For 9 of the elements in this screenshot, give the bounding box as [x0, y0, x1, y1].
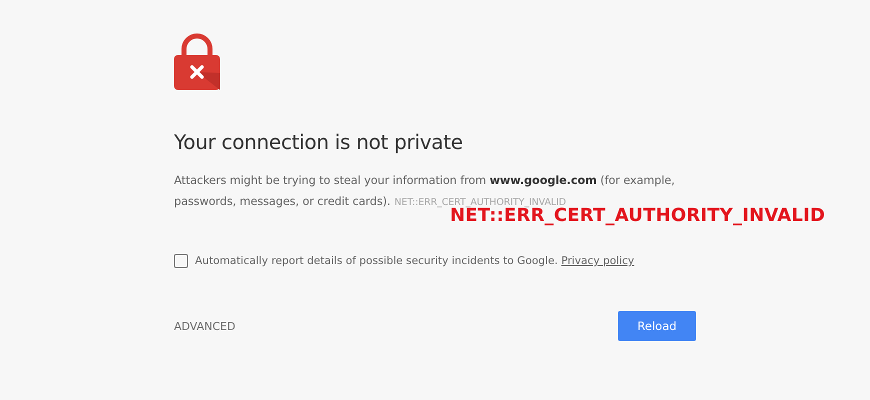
error-annotation: NET::ERR_CERT_AUTHORITY_INVALID: [450, 205, 826, 226]
report-label: Automatically report details of possible security incidents to Google. Privacy policy: [195, 255, 634, 267]
page-heading: Your connection is not private: [174, 130, 464, 154]
report-checkbox[interactable]: [174, 254, 188, 268]
advanced-button[interactable]: ADVANCED: [174, 320, 236, 332]
lock-icon: [174, 33, 220, 90]
reload-button[interactable]: Reload: [618, 311, 696, 341]
warning-text: Attackers might be trying to steal your information from www.google.com (for example, passwords, messages, or credit cards). NET::ERR_CERT_AUTHORITY_INVALID: [174, 173, 675, 208]
privacy-policy-link[interactable]: Privacy policy: [561, 255, 634, 267]
